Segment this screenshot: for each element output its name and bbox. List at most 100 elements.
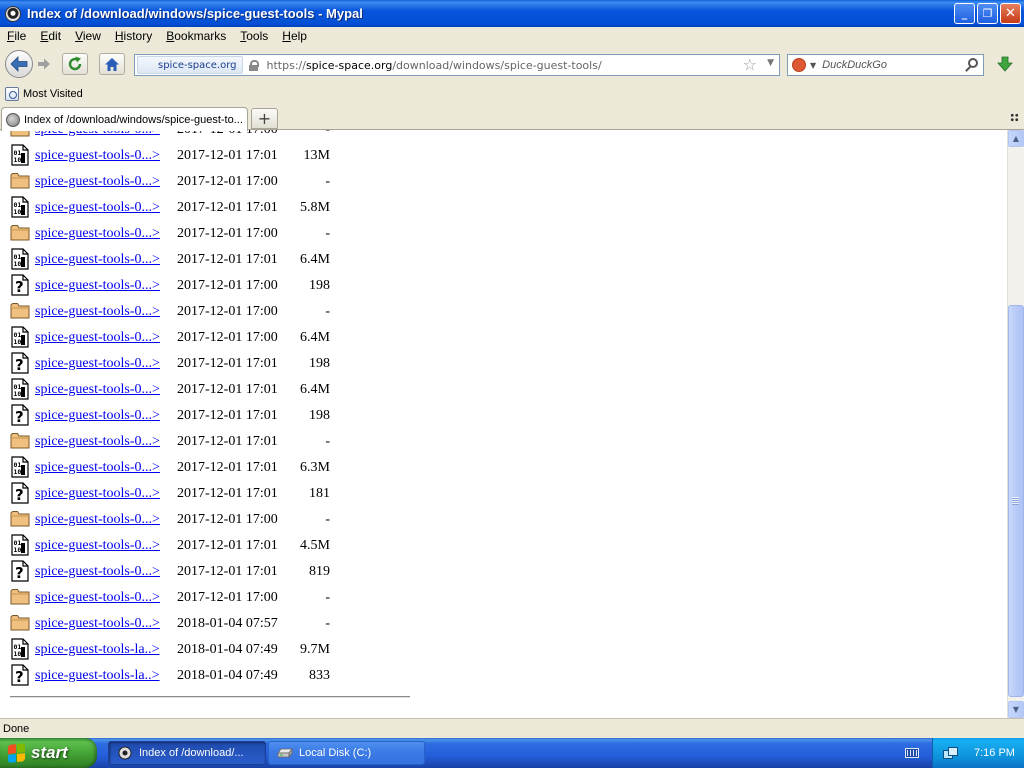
most-visited-bookmark[interactable]: Most Visited <box>23 88 83 100</box>
forward-button[interactable] <box>33 53 55 75</box>
file-link[interactable]: spice-guest-tools-0...> <box>35 252 160 268</box>
taskbar-item-browser[interactable]: Index of /download/... <box>108 741 266 765</box>
url-dropdown-icon[interactable]: ▼ <box>767 58 774 68</box>
most-visited-icon <box>5 87 19 101</box>
new-tab-button[interactable]: + <box>251 108 278 129</box>
last-modified: 2017-12-01 17:01 <box>177 564 278 579</box>
file-link[interactable]: spice-guest-tools-0...> <box>35 200 160 216</box>
scrollbar-grip-icon <box>1012 497 1019 505</box>
duckduckgo-icon[interactable] <box>792 58 806 72</box>
list-all-tabs-icon[interactable] <box>1010 113 1019 122</box>
file-link[interactable]: spice-guest-tools-0...> <box>35 226 160 242</box>
taskbar-item-local-disk[interactable]: Local Disk (C:) <box>268 741 425 765</box>
folder-icon <box>10 430 30 453</box>
svg-text:?: ? <box>15 278 24 296</box>
file-link[interactable]: spice-guest-tools-0...> <box>35 512 160 528</box>
menu-edit[interactable]: Edit <box>33 29 68 43</box>
file-link[interactable]: spice-guest-tools-0...> <box>35 330 160 346</box>
site-identity-button[interactable]: spice-space.org <box>137 56 243 74</box>
file-size: 6.4M <box>300 382 330 397</box>
minimize-button[interactable]: _ <box>954 3 975 24</box>
last-modified: 2018-01-04 07:49 <box>177 668 278 683</box>
taskbar-item-label: Local Disk (C:) <box>299 747 372 759</box>
file-link[interactable]: spice-guest-tools-0...> <box>35 148 160 164</box>
menu-tools[interactable]: Tools <box>233 29 275 43</box>
unknown-file-icon: ? <box>10 404 30 429</box>
unknown-file-icon: ? <box>10 352 30 377</box>
menu-help[interactable]: Help <box>275 29 314 43</box>
maximize-button[interactable]: ❐ <box>977 3 998 24</box>
folder-icon <box>10 612 30 635</box>
search-icon[interactable] <box>968 58 978 68</box>
file-link[interactable]: spice-guest-tools-0...> <box>35 130 160 138</box>
file-link[interactable]: spice-guest-tools-0...> <box>35 590 160 606</box>
file-link[interactable]: spice-guest-tools-0...> <box>35 382 160 398</box>
file-link[interactable]: spice-guest-tools-0...> <box>35 174 160 190</box>
last-modified: 2017-12-01 17:01 <box>177 252 278 267</box>
file-link[interactable]: spice-guest-tools-0...> <box>35 304 160 320</box>
file-size: - <box>325 590 330 605</box>
menu-view[interactable]: View <box>68 29 108 43</box>
unknown-file-icon: ? <box>10 560 30 585</box>
folder-icon <box>10 170 30 193</box>
menu-label: ile <box>14 29 27 43</box>
keyboard-layout-icon[interactable] <box>905 748 919 758</box>
binary-file-icon: 01 10 <box>10 144 30 169</box>
clock[interactable]: 7:16 PM <box>974 747 1015 759</box>
file-link[interactable]: spice-guest-tools-0...> <box>35 460 160 476</box>
tab-active[interactable]: Index of /download/windows/spice-guest-t… <box>1 107 248 131</box>
file-size: 6.4M <box>300 252 330 267</box>
menu-bookmarks[interactable]: Bookmarks <box>159 29 233 43</box>
svg-text:?: ? <box>15 356 24 374</box>
scroll-up-button[interactable]: ▲ <box>1008 130 1024 147</box>
search-bar[interactable]: ▼ DuckDuckGo <box>787 54 984 76</box>
back-button[interactable] <box>5 50 33 78</box>
file-size: 5.8M <box>300 200 330 215</box>
scroll-down-button[interactable]: ▼ <box>1008 701 1024 718</box>
file-link[interactable]: spice-guest-tools-0...> <box>35 434 160 450</box>
start-button[interactable]: start <box>0 738 97 768</box>
menu-history[interactable]: History <box>108 29 159 43</box>
file-link[interactable]: spice-guest-tools-0...> <box>35 564 160 580</box>
menu-file[interactable]: File <box>0 29 33 43</box>
file-link[interactable]: spice-guest-tools-0...> <box>35 278 160 294</box>
tab-label: Index of /download/windows/spice-guest-t… <box>24 113 243 126</box>
svg-text:10: 10 <box>14 650 22 658</box>
file-size: - <box>325 174 330 189</box>
search-input[interactable]: DuckDuckGo <box>822 59 887 71</box>
file-link[interactable]: spice-guest-tools-0...> <box>35 616 160 632</box>
last-modified: 2017-12-01 17:00 <box>177 330 278 345</box>
file-link[interactable]: spice-guest-tools-la..> <box>35 668 160 684</box>
url-text[interactable]: https://spice-space.org/download/windows… <box>267 59 602 72</box>
bookmark-star-icon[interactable]: ☆ <box>743 56 757 74</box>
binary-file-icon: 01 10 <box>10 638 30 663</box>
home-button[interactable] <box>99 53 125 75</box>
url-bar[interactable]: spice-space.org https://spice-space.org/… <box>134 54 780 76</box>
last-modified: 2017-12-01 17:00 <box>177 590 278 605</box>
status-text: Done <box>3 722 30 735</box>
status-bar: Done <box>0 718 1024 738</box>
last-modified: 2017-12-01 17:01 <box>177 460 278 475</box>
mypal-app-icon[interactable] <box>5 5 21 22</box>
file-link[interactable]: spice-guest-tools-0...> <box>35 486 160 502</box>
file-link[interactable]: spice-guest-tools-0...> <box>35 538 160 554</box>
network-icon[interactable] <box>943 747 958 759</box>
folder-icon <box>10 130 30 141</box>
vertical-scrollbar[interactable]: ▲ ▼ <box>1007 130 1024 718</box>
file-link[interactable]: spice-guest-tools-0...> <box>35 356 160 372</box>
folder-icon <box>10 222 30 245</box>
file-link[interactable]: spice-guest-tools-0...> <box>35 408 160 424</box>
file-size: 6.4M <box>300 330 330 345</box>
close-button[interactable]: ✕ <box>1000 3 1021 24</box>
search-engine-dropdown-icon[interactable]: ▼ <box>810 61 816 70</box>
forward-arrow-icon <box>38 58 50 70</box>
reload-button[interactable] <box>62 53 88 75</box>
menu-accel: H <box>114 29 124 43</box>
unknown-file-icon: ? <box>10 482 30 507</box>
svg-text:10: 10 <box>14 260 22 268</box>
system-tray: 7:16 PM <box>932 738 1024 768</box>
downloads-button[interactable] <box>992 53 1018 75</box>
file-size: 181 <box>309 486 330 501</box>
file-link[interactable]: spice-guest-tools-la..> <box>35 642 160 658</box>
window-controls: _ ❐ ✕ <box>954 3 1021 24</box>
